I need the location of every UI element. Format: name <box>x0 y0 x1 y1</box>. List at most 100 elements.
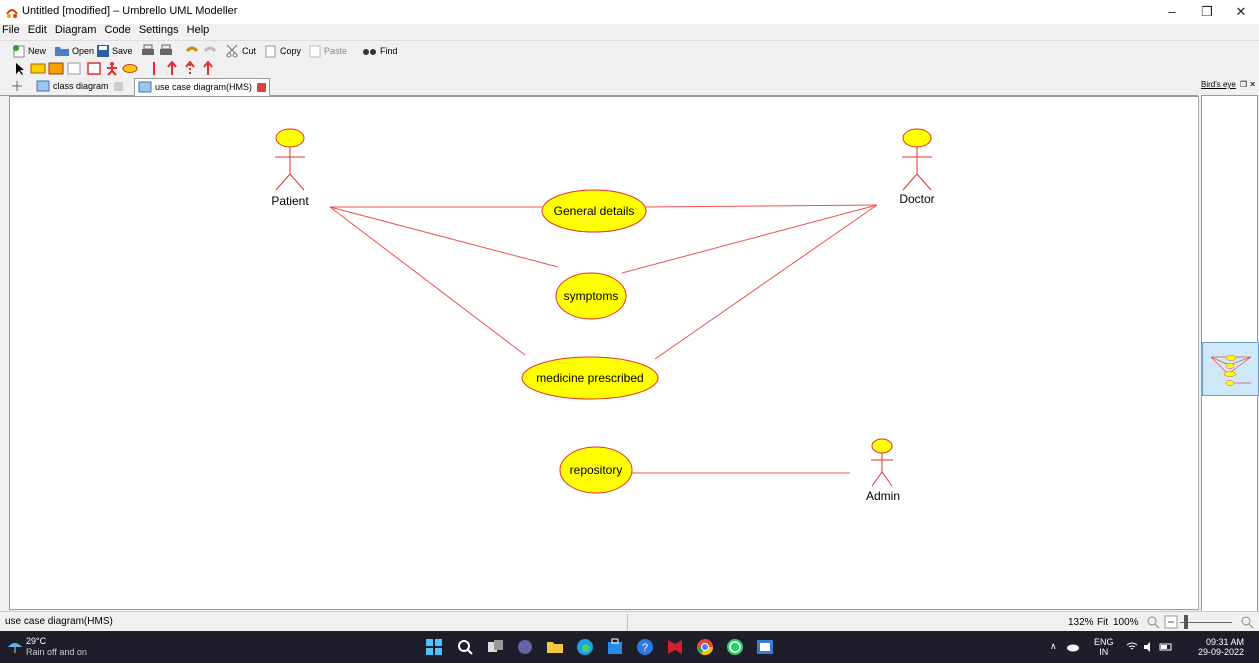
weather-text: Rain off and on <box>26 647 87 657</box>
note-icon[interactable] <box>48 61 64 76</box>
menu-file[interactable]: File <box>0 24 23 36</box>
region-code: IN <box>1099 647 1109 657</box>
association-icon[interactable] <box>146 61 162 76</box>
open-folder-icon <box>55 47 69 56</box>
diagram-tab-bar: class diagram use case diagram(HMS) <box>0 77 1198 96</box>
tab-close-icon[interactable] <box>257 82 267 92</box>
tab-use-case-diagram[interactable]: use case diagram(HMS) <box>134 78 271 96</box>
usecase-label: medicine prescribed <box>536 371 643 385</box>
diagram-canvas[interactable]: Patient Doctor Admin General details sym… <box>9 96 1199 610</box>
close-icon[interactable]: ✕ <box>1249 77 1256 93</box>
status-divider <box>627 614 628 630</box>
usecase-medicine-prescribed[interactable]: medicine prescribed <box>521 356 659 400</box>
find-button[interactable]: Find <box>362 43 398 59</box>
generalization-icon[interactable] <box>164 61 180 76</box>
print-button[interactable] <box>140 43 158 59</box>
association-doctor-symptoms[interactable] <box>621 204 878 274</box>
tab-close-icon[interactable] <box>113 81 123 91</box>
teams-chat-icon[interactable] <box>516 638 534 656</box>
usecase-general-details[interactable]: General details <box>541 189 647 233</box>
new-label: New <box>28 46 47 56</box>
menu-edit[interactable]: Edit <box>26 24 50 36</box>
directed-association-icon[interactable] <box>200 61 216 76</box>
save-button[interactable]: Save <box>96 43 133 59</box>
box-icon[interactable] <box>66 61 82 76</box>
weather-widget[interactable]: 29°C Rain off and on <box>26 636 87 658</box>
text-box-icon[interactable] <box>30 61 46 76</box>
svg-text:?: ? <box>642 642 648 654</box>
umbrella-rain-icon <box>8 643 22 653</box>
umbrello-taskbar-icon[interactable] <box>756 638 774 656</box>
menu-code[interactable]: Code <box>102 24 133 36</box>
search-icon[interactable] <box>456 638 474 656</box>
battery-icon[interactable] <box>1159 641 1173 653</box>
association-doctor-general[interactable] <box>645 204 878 208</box>
menu-settings[interactable]: Settings <box>137 24 182 36</box>
undo-button[interactable] <box>184 43 202 59</box>
actor-icon[interactable] <box>104 61 120 76</box>
zoom-slider-handle[interactable] <box>1184 615 1188 629</box>
usecase-label: General details <box>554 204 635 218</box>
help-icon[interactable]: ? <box>636 638 654 656</box>
microsoft-store-icon[interactable] <box>606 638 624 656</box>
windows-start-icon[interactable] <box>425 638 443 656</box>
new-button[interactable]: New <box>12 43 46 59</box>
association-patient-symptoms[interactable] <box>329 206 559 268</box>
close-icon[interactable]: ✕ <box>1224 2 1258 22</box>
actor-doctor[interactable]: Doctor <box>899 128 935 206</box>
cut-button[interactable]: Cut <box>226 43 256 59</box>
zoom-minus-icon[interactable] <box>1164 615 1178 629</box>
actor-admin[interactable]: Admin <box>866 438 900 503</box>
actor-patient[interactable]: Patient <box>271 128 309 208</box>
new-tab-icon[interactable] <box>10 80 24 92</box>
lang-code: ENG <box>1094 637 1114 647</box>
associations <box>329 204 878 474</box>
task-view-icon[interactable] <box>486 638 504 656</box>
menu-help[interactable]: Help <box>185 24 213 36</box>
temperature: 29°C <box>26 636 47 646</box>
open-button[interactable]: Open <box>54 43 94 59</box>
birds-eye-view[interactable] <box>1201 95 1259 612</box>
language-indicator[interactable]: ENG IN <box>1094 637 1114 657</box>
use-case-icon[interactable] <box>122 61 138 76</box>
diagram-toolbar <box>0 60 1259 77</box>
fit-button[interactable]: Fit <box>1097 615 1108 630</box>
zoom-in-icon[interactable] <box>1240 615 1254 629</box>
usecase-repository[interactable]: repository <box>559 446 633 494</box>
select-arrow-icon[interactable] <box>12 61 28 76</box>
zoom-100-button[interactable]: 100% <box>1113 615 1139 630</box>
float-icon[interactable]: ❐ <box>1240 77 1247 93</box>
whatsapp-icon[interactable] <box>726 638 744 656</box>
dependency-icon[interactable] <box>182 61 198 76</box>
chrome-icon[interactable] <box>696 638 714 656</box>
rectangle-icon[interactable] <box>86 61 102 76</box>
minimize-icon[interactable]: – <box>1155 2 1189 22</box>
copy-icon <box>265 45 276 58</box>
tab-class-diagram[interactable]: class diagram <box>33 78 126 94</box>
copy-button[interactable]: Copy <box>264 43 301 59</box>
clock[interactable]: 09:31 AM 29-09-2022 <box>1198 637 1244 657</box>
mcafee-icon[interactable] <box>666 638 684 656</box>
file-explorer-icon[interactable] <box>546 638 564 656</box>
volume-icon[interactable] <box>1143 641 1155 653</box>
menu-bar: File Edit Diagram Code Settings Help <box>0 24 1259 39</box>
wifi-icon[interactable] <box>1126 641 1138 653</box>
actor-label: Doctor <box>899 192 934 206</box>
save-label: Save <box>112 46 133 56</box>
print-preview-button[interactable] <box>158 43 176 59</box>
save-disk-icon <box>97 45 109 57</box>
usecase-symptoms[interactable]: symptoms <box>555 272 627 320</box>
redo-button[interactable] <box>202 43 220 59</box>
paste-button[interactable]: Paste <box>308 43 347 59</box>
tray-chevron-icon[interactable]: ∧ <box>1050 641 1057 651</box>
restore-icon[interactable]: ❐ <box>1190 2 1224 22</box>
edge-browser-icon[interactable] <box>576 638 594 656</box>
window-title: Untitled [modified] – Umbrello UML Model… <box>22 5 238 17</box>
association-patient-medicine[interactable] <box>329 206 526 356</box>
menu-diagram[interactable]: Diagram <box>53 24 100 36</box>
association-doctor-medicine[interactable] <box>654 204 878 360</box>
zoom-out-icon[interactable] <box>1146 615 1160 629</box>
cloud-icon[interactable] <box>1066 642 1080 652</box>
redo-icon <box>203 46 217 53</box>
birds-eye-viewport[interactable] <box>1202 342 1259 396</box>
